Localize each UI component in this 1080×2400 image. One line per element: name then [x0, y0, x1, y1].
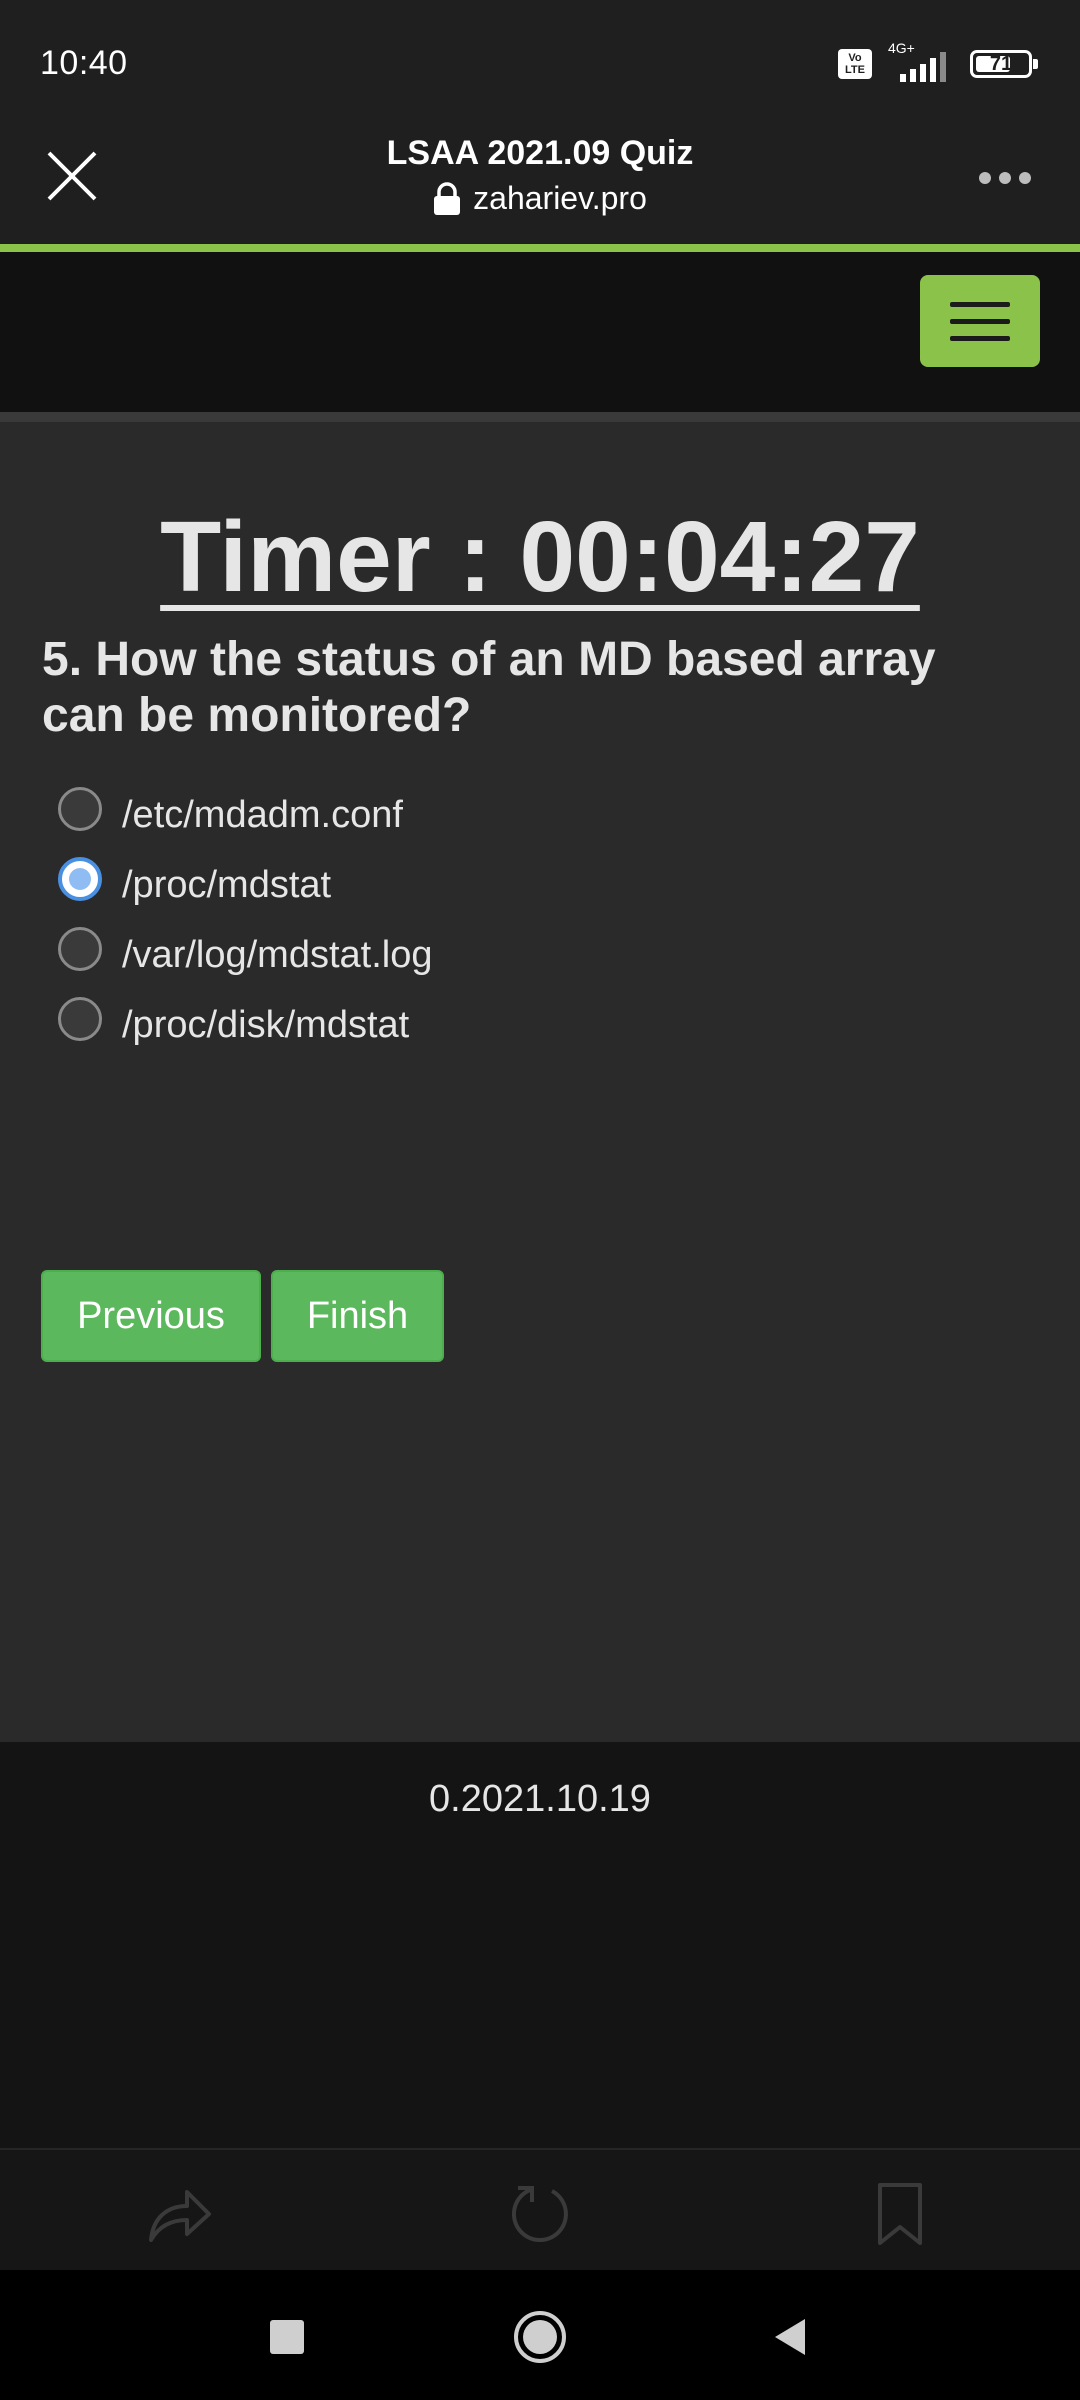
back-button[interactable] — [756, 2302, 826, 2372]
radio-button[interactable] — [58, 997, 102, 1041]
signal-strength-icon — [900, 52, 946, 82]
radio-button[interactable] — [58, 927, 102, 971]
home-icon — [514, 2311, 566, 2363]
answer-option-label: /proc/disk/mdstat — [122, 1003, 410, 1046]
volte-bottom-label: LTE — [845, 64, 865, 76]
url-bar[interactable]: zahariev.pro — [0, 180, 1080, 217]
site-footer: 0.2021.10.19 — [0, 1742, 1080, 2148]
volte-icon: Vo LTE — [838, 49, 872, 79]
more-icon-dot — [999, 172, 1011, 184]
url-domain: zahariev.pro — [473, 180, 647, 216]
browser-toolbar — [0, 2148, 1080, 2270]
answer-option-3[interactable]: /var/log/mdstat.log — [58, 920, 432, 990]
reload-button[interactable] — [500, 2178, 580, 2250]
battery-nub — [1033, 59, 1038, 69]
answer-options: /etc/mdadm.conf /proc/mdstat /var/log/md… — [58, 780, 432, 1060]
previous-button[interactable]: Previous — [41, 1270, 261, 1362]
home-button[interactable] — [505, 2302, 575, 2372]
quiz-content: Timer : 00:04:27 5. How the status of an… — [0, 422, 1080, 1742]
more-options-button[interactable] — [970, 150, 1040, 206]
answer-option-2[interactable]: /proc/mdstat — [58, 850, 432, 920]
status-time: 10:40 — [40, 44, 128, 82]
volte-top-label: Vo — [848, 52, 862, 64]
hamburger-menu-icon-bar — [950, 318, 1010, 324]
system-navigation-bar — [0, 2270, 1080, 2400]
hamburger-menu-icon — [950, 301, 1010, 307]
signal-block: 4G+ — [886, 40, 956, 84]
bookmark-button[interactable] — [860, 2178, 940, 2250]
navbar-divider — [0, 412, 1080, 422]
hamburger-menu-icon-bar — [950, 335, 1010, 341]
screen: 10:40 Vo LTE 4G+ 71 LSAA 2021.09 Quiz za… — [0, 0, 1080, 2400]
recents-button[interactable] — [252, 2302, 322, 2372]
recents-icon — [270, 2320, 304, 2354]
radio-button[interactable] — [58, 857, 102, 901]
question-text: 5. How the status of an MD based array c… — [42, 633, 936, 742]
browser-header: LSAA 2021.09 Quiz zahariev.pro — [0, 120, 1080, 244]
back-icon — [775, 2319, 805, 2355]
lock-icon — [434, 181, 461, 215]
reload-icon — [511, 2186, 568, 2243]
answer-option-label: /var/log/mdstat.log — [122, 933, 433, 976]
finish-button[interactable]: Finish — [271, 1270, 444, 1362]
share-button[interactable] — [140, 2178, 220, 2250]
page-load-progress — [0, 244, 1080, 252]
battery-icon: 71 — [970, 50, 1038, 78]
status-icons: Vo LTE 4G+ 71 — [838, 40, 1038, 84]
quiz-timer: Timer : 00:04:27 — [160, 501, 920, 613]
bookmark-icon — [878, 2183, 922, 2245]
answer-option-label: /proc/mdstat — [122, 863, 332, 906]
app-version: 0.2021.10.19 — [429, 1778, 651, 1820]
share-icon — [149, 2190, 211, 2242]
battery-percent: 71 — [989, 52, 1013, 75]
page-title: LSAA 2021.09 Quiz — [386, 134, 694, 172]
answer-option-1[interactable]: /etc/mdadm.conf — [58, 780, 432, 850]
navbar-toggle-button[interactable] — [920, 275, 1040, 367]
more-icon-dot — [1019, 172, 1031, 184]
status-bar: 10:40 Vo LTE 4G+ 71 — [0, 0, 1080, 120]
answer-option-4[interactable]: /proc/disk/mdstat — [58, 990, 432, 1060]
site-navbar — [0, 252, 1080, 412]
more-icon — [979, 172, 991, 184]
radio-button[interactable] — [58, 787, 102, 831]
answer-option-label: /etc/mdadm.conf — [122, 793, 403, 836]
